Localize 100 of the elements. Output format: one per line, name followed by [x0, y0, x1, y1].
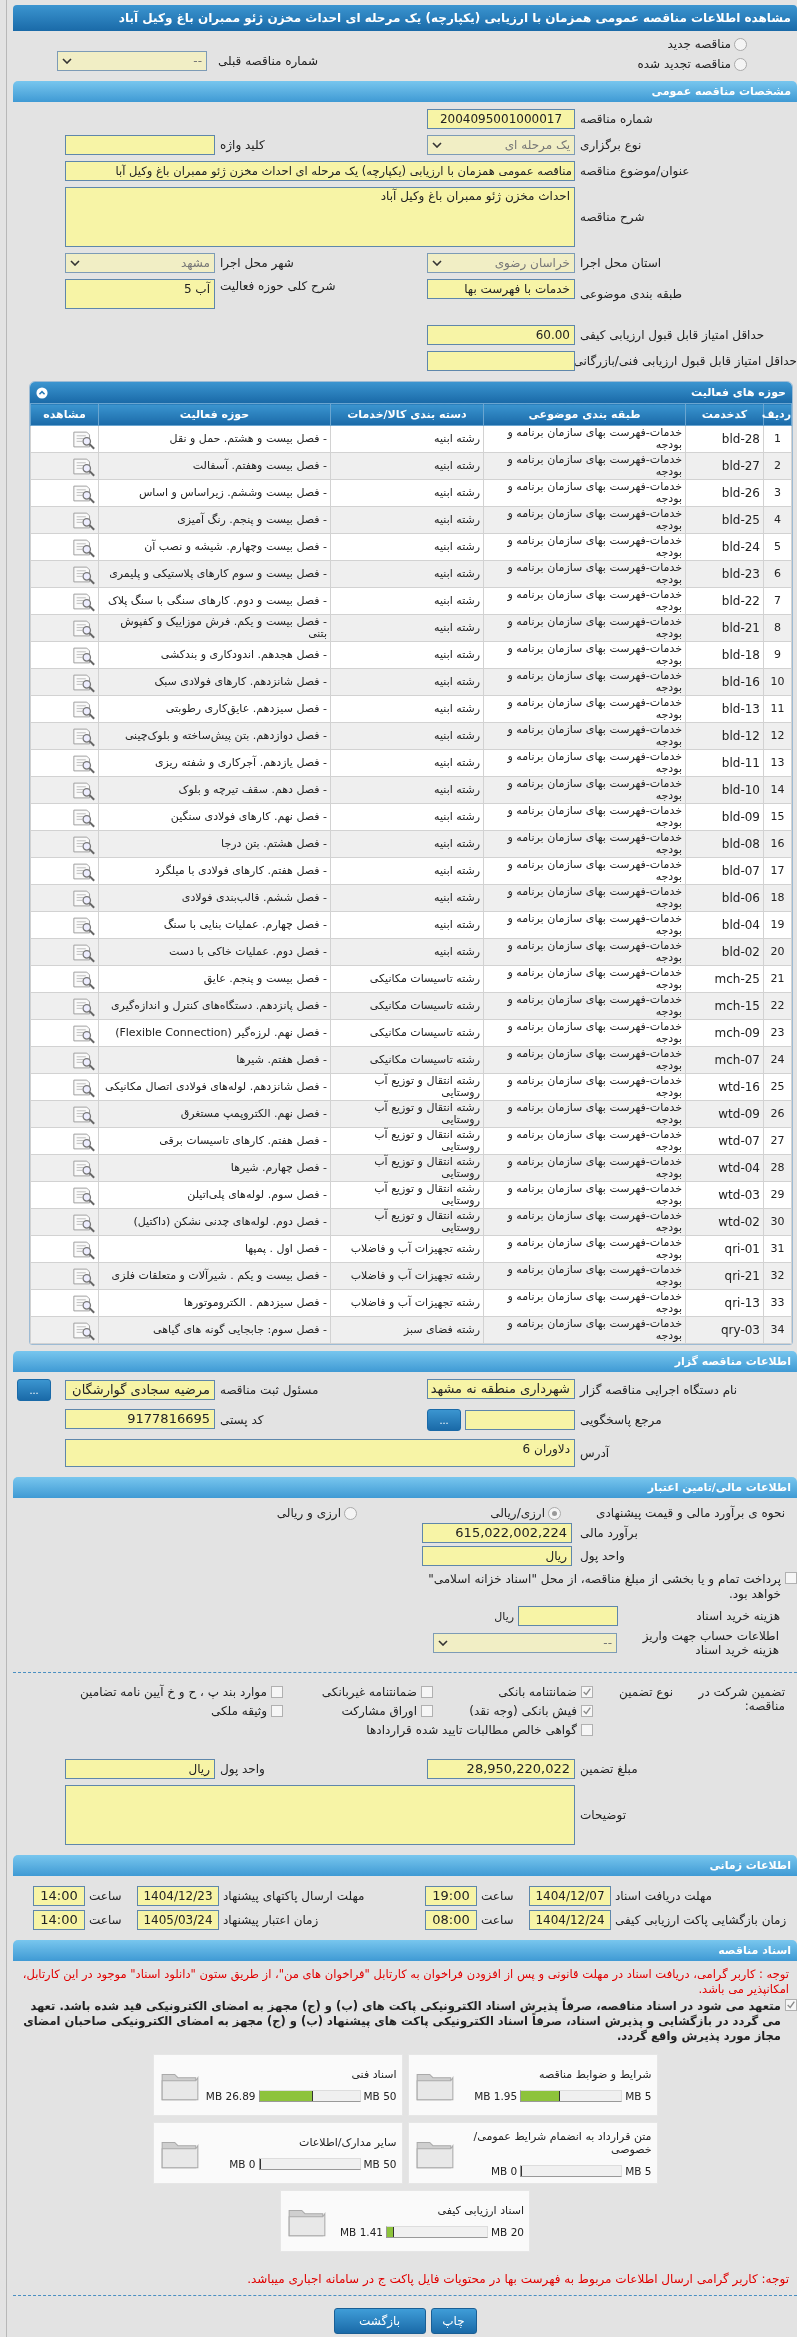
radio-button[interactable] [734, 57, 747, 71]
text-area[interactable]: آب 5 [65, 279, 215, 309]
text-field[interactable]: 2004095001000017 [427, 109, 575, 129]
document-search-icon[interactable] [72, 833, 96, 855]
text-field[interactable] [65, 135, 215, 155]
date-field[interactable]: 1404/12/07 [529, 1886, 611, 1906]
action-button[interactable]: بازگشت [333, 2308, 426, 2334]
document-search-icon[interactable] [72, 860, 96, 882]
document-search-icon[interactable] [72, 779, 96, 801]
checkbox[interactable] [581, 1705, 593, 1717]
document-search-icon[interactable] [72, 968, 96, 990]
document-search-icon[interactable] [72, 428, 96, 450]
checkbox[interactable] [421, 1686, 433, 1698]
field-label: مسئول ثبت مناقصه [219, 1383, 320, 1397]
text-field[interactable]: 28,950,220,022 [427, 1759, 575, 1779]
text-area[interactable]: دلاوران 6 [65, 1439, 575, 1467]
section-header: اسناد مناقصه [13, 1940, 797, 1961]
select-field[interactable]: -- [433, 1633, 617, 1653]
radio-button[interactable] [734, 37, 747, 51]
checkbox[interactable] [271, 1686, 283, 1698]
text-field[interactable]: مناقصه عمومی همزمان با ارزیابی (یکپارچه) یک مرحله ای احداث مخزن ژئو ممبران باغ وکیل آبا [65, 161, 575, 181]
time-field[interactable]: 14:00 [33, 1910, 85, 1930]
text-field[interactable] [518, 1606, 618, 1626]
document-search-icon[interactable] [72, 752, 96, 774]
document-search-icon[interactable] [72, 563, 96, 585]
radio-label: مناقصه تجدید شده [637, 57, 731, 71]
time-field[interactable]: 08:00 [425, 1910, 477, 1930]
table-cell: خدمات-فهرست بهای سازمان برنامه و بودجه [483, 884, 686, 912]
checkbox[interactable] [581, 1686, 593, 1698]
text-field[interactable]: مرضیه سجادی گوارشگان [65, 1380, 215, 1400]
action-button[interactable]: چاپ [430, 2308, 477, 2334]
text-area[interactable]: احداث مخزن ژئو ممبران باغ وکیل آباد [65, 187, 575, 247]
table-cell: خدمات-فهرست بهای سازمان برنامه و بودجه [483, 1019, 686, 1047]
table-cell: bld-22 [685, 587, 764, 615]
document-search-icon[interactable] [72, 509, 96, 531]
document-search-icon[interactable] [72, 455, 96, 477]
select-field[interactable]: خراسان رضوی [427, 253, 575, 273]
radio-button[interactable] [344, 1506, 357, 1520]
document-search-icon[interactable] [72, 590, 96, 612]
select-field[interactable]: -- [57, 51, 207, 71]
document-search-icon[interactable] [72, 887, 96, 909]
document-search-icon[interactable] [72, 914, 96, 936]
document-search-icon[interactable] [72, 536, 96, 558]
field-label: نوع برگزاری [579, 138, 643, 152]
text-field[interactable]: شهرداری منطقه نه مشهد [427, 1379, 575, 1399]
date-field[interactable]: 1404/12/24 [529, 1910, 611, 1930]
document-search-icon[interactable] [72, 1130, 96, 1152]
radio-button[interactable] [548, 1506, 561, 1520]
text-field[interactable] [465, 1410, 575, 1430]
checkbox[interactable] [581, 1724, 593, 1736]
document-search-icon[interactable] [72, 995, 96, 1017]
document-search-icon[interactable] [72, 1184, 96, 1206]
document-search-icon[interactable] [72, 1076, 96, 1098]
browse-button[interactable]: ... [17, 1379, 51, 1401]
document-search-icon[interactable] [72, 1022, 96, 1044]
document-search-icon[interactable] [72, 698, 96, 720]
select-field[interactable]: مشهد [65, 253, 215, 273]
text-field[interactable]: ریال [65, 1759, 215, 1779]
document-search-icon[interactable] [72, 941, 96, 963]
text-area[interactable] [65, 1785, 575, 1845]
document-search-icon[interactable] [72, 1319, 96, 1341]
document-search-icon[interactable] [72, 617, 96, 639]
document-search-icon[interactable] [72, 671, 96, 693]
select-field[interactable]: یک مرحله ای [427, 135, 575, 155]
document-search-icon[interactable] [72, 1292, 96, 1314]
table-cell: - فصل نهم. الکتروپمپ مستغرق [98, 1100, 331, 1128]
checkbox[interactable] [421, 1705, 433, 1717]
time-field[interactable]: 19:00 [425, 1886, 477, 1906]
document-search-icon[interactable] [72, 806, 96, 828]
checkbox[interactable] [785, 1999, 797, 2011]
document-search-icon[interactable] [72, 1211, 96, 1233]
document-search-icon[interactable] [72, 1157, 96, 1179]
text-field[interactable]: 615,022,002,224 [422, 1523, 572, 1543]
time-field[interactable]: 14:00 [33, 1886, 85, 1906]
text-field[interactable]: 9177816695 [65, 1409, 215, 1429]
date-field[interactable]: 1404/12/23 [137, 1886, 219, 1906]
text-field[interactable]: خدمات با فهرست بها [427, 279, 575, 299]
document-search-icon[interactable] [72, 482, 96, 504]
browse-button[interactable]: ... [427, 1409, 461, 1431]
text-field[interactable] [427, 351, 575, 371]
field-label: شرح مناقصه [579, 210, 646, 224]
document-search-icon[interactable] [72, 1238, 96, 1260]
date-field[interactable]: 1405/03/24 [137, 1910, 219, 1930]
text-field[interactable]: 60.00 [427, 325, 575, 345]
field-label: طبقه بندی موضوعی [579, 287, 684, 301]
field-label: زمان بازگشایی پاکت ارزیابی کیفی [614, 1913, 788, 1927]
document-search-icon[interactable] [72, 1049, 96, 1071]
table-cell: رشته ابنیه [330, 884, 484, 912]
table-cell: خدمات-فهرست بهای سازمان برنامه و بودجه [483, 1154, 686, 1182]
document-search-icon[interactable] [72, 1103, 96, 1125]
text-field[interactable]: ریال [422, 1546, 572, 1566]
table-cell: خدمات-فهرست بهای سازمان برنامه و بودجه [483, 1127, 686, 1155]
checkbox[interactable] [785, 1572, 797, 1584]
document-search-icon[interactable] [72, 1265, 96, 1287]
document-search-icon[interactable] [72, 644, 96, 666]
checkbox[interactable] [271, 1705, 283, 1717]
table-cell: - فصل یازدهم. آجرکاری و شفته ریزی [98, 749, 331, 777]
collapse-icon[interactable] [36, 386, 48, 399]
document-search-icon[interactable] [72, 725, 96, 747]
column-header: طبقه بندی موضوعی [483, 403, 686, 426]
